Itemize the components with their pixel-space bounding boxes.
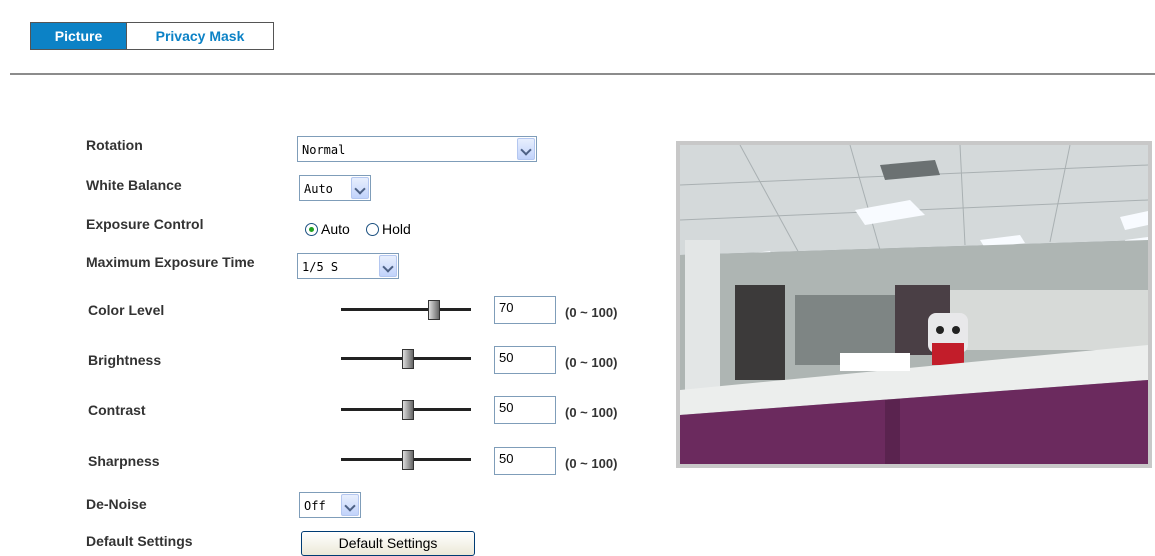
chevron-down-icon[interactable]	[517, 138, 535, 160]
slider-thumb[interactable]	[402, 450, 414, 470]
max-exposure-label: Maximum Exposure Time	[86, 254, 255, 270]
sharpness-label: Sharpness	[88, 453, 160, 469]
default-settings-label: Default Settings	[86, 533, 193, 549]
radio-selected-icon[interactable]	[305, 222, 318, 236]
exposure-auto-label: Auto	[321, 221, 350, 237]
brightness-input[interactable]: 50	[494, 346, 556, 374]
exposure-hold-radio[interactable]: Hold	[366, 221, 411, 237]
camera-preview	[676, 141, 1152, 468]
sharpness-range: (0 ~ 100)	[565, 456, 618, 471]
color-level-slider[interactable]	[341, 300, 471, 320]
default-settings-button[interactable]: Default Settings	[301, 531, 475, 556]
exposure-control-label: Exposure Control	[86, 216, 204, 232]
max-exposure-select[interactable]: 1/5 S	[297, 253, 399, 279]
denoise-value: Off	[304, 499, 326, 513]
exposure-hold-label: Hold	[382, 221, 411, 237]
exposure-auto-radio[interactable]: Auto	[305, 221, 350, 237]
tab-bar: Picture Privacy Mask	[30, 22, 274, 50]
sharpness-slider[interactable]	[341, 450, 471, 470]
radio-unselected-icon[interactable]	[366, 222, 379, 236]
contrast-input[interactable]: 50	[494, 396, 556, 424]
rotation-select[interactable]: Normal	[297, 136, 537, 162]
chevron-down-icon[interactable]	[379, 255, 397, 277]
tab-privacy-mask[interactable]: Privacy Mask	[126, 23, 273, 49]
rotation-label: Rotation	[86, 137, 143, 153]
max-exposure-value: 1/5 S	[302, 260, 339, 274]
contrast-range: (0 ~ 100)	[565, 405, 618, 420]
rotation-value: Normal	[302, 143, 346, 157]
color-level-range: (0 ~ 100)	[565, 305, 618, 320]
camera-preview-image	[680, 145, 1148, 464]
slider-thumb[interactable]	[402, 400, 414, 420]
white-balance-select[interactable]: Auto	[299, 175, 371, 201]
contrast-label: Contrast	[88, 402, 146, 418]
header-divider	[10, 73, 1155, 75]
color-level-label: Color Level	[88, 302, 165, 318]
sharpness-input[interactable]: 50	[494, 447, 556, 475]
white-balance-label: White Balance	[86, 177, 182, 193]
slider-thumb[interactable]	[402, 349, 414, 369]
tab-picture[interactable]: Picture	[31, 23, 126, 49]
color-level-input[interactable]: 70	[494, 296, 556, 324]
denoise-label: De-Noise	[86, 496, 147, 512]
denoise-select[interactable]: Off	[299, 492, 361, 518]
slider-track	[341, 308, 471, 311]
contrast-slider[interactable]	[341, 400, 471, 420]
white-balance-value: Auto	[304, 182, 333, 196]
slider-thumb[interactable]	[428, 300, 440, 320]
chevron-down-icon[interactable]	[341, 494, 359, 516]
brightness-slider[interactable]	[341, 349, 471, 369]
brightness-range: (0 ~ 100)	[565, 355, 618, 370]
brightness-label: Brightness	[88, 352, 162, 368]
chevron-down-icon[interactable]	[351, 177, 369, 199]
